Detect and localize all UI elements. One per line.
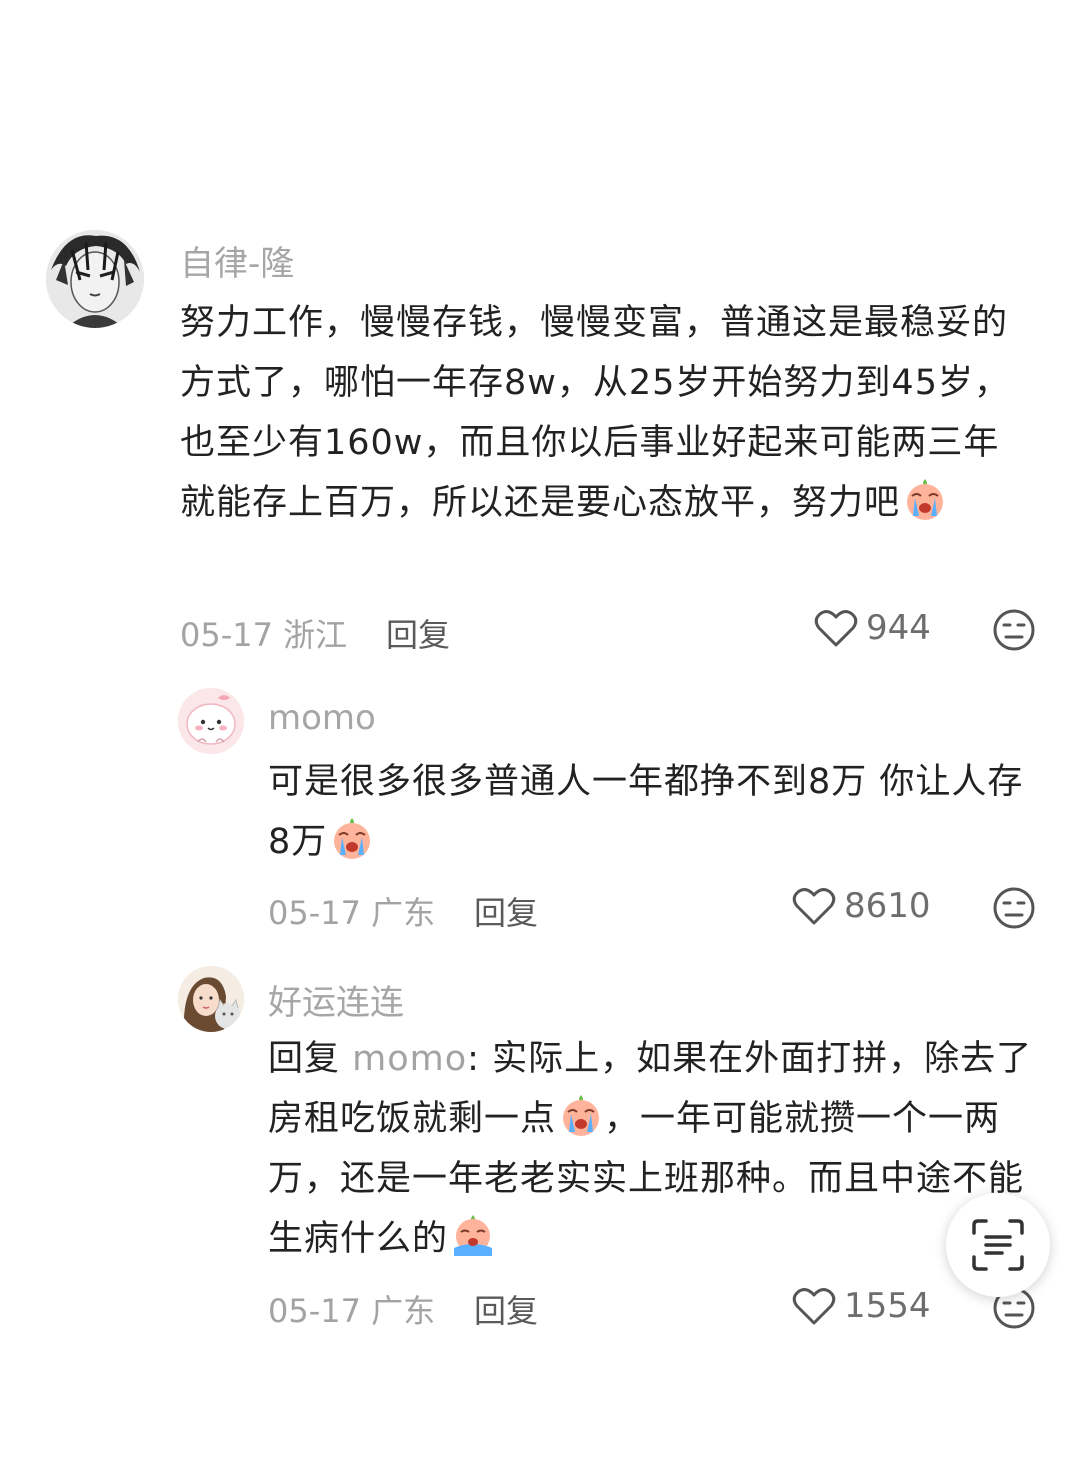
comment-date: 05-17 xyxy=(268,894,361,932)
reply-button[interactable]: 回复 xyxy=(386,610,450,656)
reply-button[interactable]: 回复 xyxy=(474,888,538,934)
meh-face-icon[interactable] xyxy=(992,608,1036,652)
heart-icon xyxy=(792,1288,836,1325)
crying-peach-emoji-icon xyxy=(334,818,371,859)
scan-text-button[interactable] xyxy=(946,1193,1050,1297)
manga-portrait-avatar-icon xyxy=(46,230,144,328)
avatar[interactable] xyxy=(46,230,144,328)
comment-body: 可是很多很多普通人一年都挣不到8万 你让人存8万 xyxy=(268,762,1024,862)
reply-to-username[interactable]: momo xyxy=(352,1039,467,1079)
scan-text-icon xyxy=(972,1219,1024,1271)
comment-location: 广东 xyxy=(371,894,436,932)
like-button[interactable]: 8610 xyxy=(792,886,931,926)
crying-peach-emoji-icon xyxy=(563,1095,600,1136)
reply-button[interactable]: 回复 xyxy=(474,1286,538,1332)
like-count: 8610 xyxy=(844,886,931,926)
meh-face-icon[interactable] xyxy=(992,886,1036,930)
avatar[interactable] xyxy=(178,966,244,1032)
comment-text: 努力工作，慢慢存钱，慢慢变富，普通这是最稳妥的方式了，哪怕一年存8w，从25岁开… xyxy=(180,293,1030,533)
comment-text: 可是很多很多普通人一年都挣不到8万 你让人存8万 xyxy=(268,752,1028,872)
comment-meta: 05-17 广东 xyxy=(268,888,435,934)
like-button[interactable]: 1554 xyxy=(792,1286,931,1326)
comment-body: 努力工作，慢慢存钱，慢慢变富，普通这是最稳妥的方式了，哪怕一年存8w，从25岁开… xyxy=(180,303,1010,523)
like-count: 944 xyxy=(866,608,931,648)
comment-meta: 05-17 广东 xyxy=(268,1286,435,1332)
comment-location: 浙江 xyxy=(283,616,348,654)
heart-icon xyxy=(814,610,858,647)
username[interactable]: 好运连连 xyxy=(268,975,404,1024)
comment-date: 05-17 xyxy=(268,1292,361,1330)
like-button[interactable]: 944 xyxy=(814,608,931,648)
crying-peach-emoji-icon xyxy=(907,479,944,520)
comment-date: 05-17 xyxy=(180,616,273,654)
heart-icon xyxy=(792,888,836,925)
reply-prefix: 回复 xyxy=(268,1039,341,1079)
crying-peach-emoji-icon xyxy=(454,1215,493,1256)
pink-blob-avatar-icon xyxy=(178,688,244,754)
avatar[interactable] xyxy=(178,688,244,754)
username[interactable]: momo xyxy=(268,698,376,738)
comment-location: 广东 xyxy=(371,1292,436,1330)
comment-meta: 05-17 浙江 xyxy=(180,610,347,656)
username[interactable]: 自律-隆 xyxy=(180,236,294,285)
comment-text: 回复 momo: 实际上，如果在外面打拼，除去了房租吃饭就剩一点 ，一年可能就攒… xyxy=(268,1029,1048,1269)
girl-with-cat-avatar-icon xyxy=(178,966,244,1032)
like-count: 1554 xyxy=(844,1286,931,1326)
